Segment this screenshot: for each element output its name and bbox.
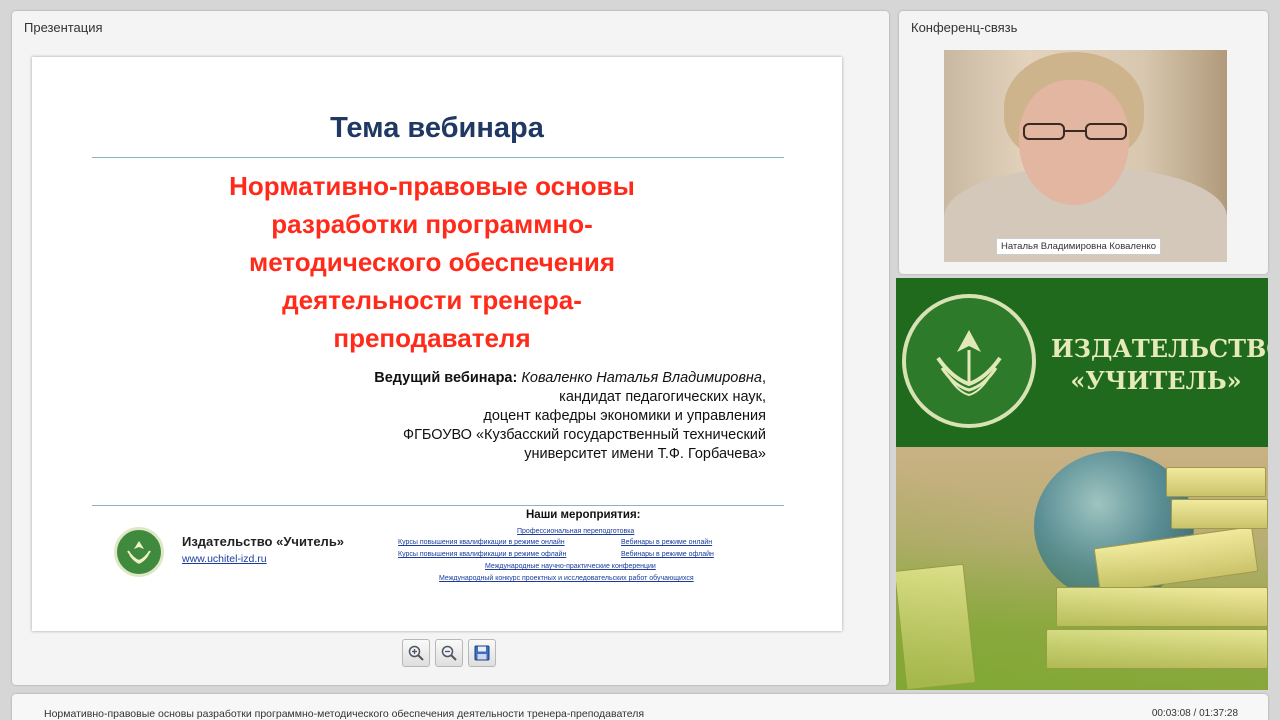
- slide-topic-line: Нормативно-правовые основы: [229, 171, 635, 201]
- footer-bar: Нормативно-правовые основы разработки пр…: [12, 694, 1268, 720]
- save-button[interactable]: [468, 639, 496, 667]
- participant-video[interactable]: Наталья Владимировна Коваленко: [944, 50, 1227, 262]
- slide-divider-bottom: [92, 505, 784, 506]
- speaker-line: ФГБОУВО «Кузбасский государственный техн…: [403, 427, 766, 443]
- slide-brand-link[interactable]: www.uchitel-izd.ru: [182, 553, 267, 565]
- playback-time: 00:03:08 / 01:37:28: [1151, 708, 1238, 719]
- slide-view: Тема вебинара Нормативно-правовые основы…: [32, 57, 842, 631]
- events-title: Наши мероприятия:: [526, 509, 641, 521]
- video-person-face: [1019, 80, 1129, 205]
- save-icon: [474, 645, 490, 661]
- slide-topic: Нормативно-правовые основы разработки пр…: [132, 167, 732, 357]
- event-link[interactable]: Международный конкурс проектных и исслед…: [439, 575, 694, 582]
- slide-brand-name: Издательство «Учитель»: [182, 534, 345, 549]
- speaker-line: кандидат педагогических наук,: [559, 389, 766, 405]
- slide-divider-top: [92, 157, 784, 158]
- zoom-out-icon: [441, 645, 457, 661]
- banner-title-line: ИЗДАТЕЛЬСТВО: [1051, 334, 1268, 363]
- speaker-line: доцент кафедры экономики и управления: [483, 408, 766, 424]
- participant-name-label: Наталья Владимировна Коваленко: [996, 238, 1162, 255]
- slide-topic-line: разработки программно-: [271, 209, 593, 239]
- presentation-panel-title: Презентация: [24, 20, 103, 35]
- banner-overlay: [896, 447, 1268, 690]
- event-link[interactable]: Профессиональная переподготовка: [517, 528, 634, 535]
- event-link[interactable]: Международные научно-практические конфер…: [485, 563, 656, 570]
- event-link[interactable]: Курсы повышения квалификации в режиме оф…: [398, 551, 566, 558]
- slide-toolbar: [402, 639, 496, 667]
- speaker-label: Ведущий вебинара:: [374, 370, 518, 386]
- publisher-banner: ИЗДАТЕЛЬСТВО «УЧИТЕЛЬ»: [896, 278, 1268, 690]
- speaker-name: Коваленко Наталья Владимировна: [521, 370, 762, 386]
- slide-title: Тема вебинара: [330, 112, 544, 144]
- presentation-panel: Презентация Тема вебинара Нормативно-пра…: [12, 11, 889, 685]
- event-link[interactable]: Вебинары в режиме онлайн: [621, 539, 712, 546]
- slide-topic-line: деятельности тренера-: [282, 285, 582, 315]
- conference-panel-title: Конференц-связь: [911, 20, 1018, 35]
- publisher-logo-icon: [114, 527, 164, 577]
- event-link[interactable]: Вебинары в режиме офлайн: [621, 551, 714, 558]
- zoom-out-button[interactable]: [435, 639, 463, 667]
- glasses-icon: [1023, 123, 1127, 140]
- webinar-title: Нормативно-правовые основы разработки пр…: [44, 708, 645, 720]
- banner-title-line: «УЧИТЕЛЬ»: [1070, 366, 1242, 395]
- zoom-in-button[interactable]: [402, 639, 430, 667]
- slide-topic-line: методического обеспечения: [248, 247, 616, 277]
- event-link[interactable]: Курсы повышения квалификации в режиме он…: [398, 539, 565, 546]
- slide-speaker-info: Ведущий вебинара: Коваленко Наталья Влад…: [212, 369, 766, 464]
- banner-logo-icon: [902, 294, 1036, 428]
- speaker-line: университет имени Т.Ф. Горбачева»: [524, 446, 766, 462]
- slide-topic-line: преподавателя: [333, 323, 531, 353]
- zoom-in-icon: [408, 645, 424, 661]
- banner-header: ИЗДАТЕЛЬСТВО «УЧИТЕЛЬ»: [896, 278, 1268, 447]
- conference-panel: Конференц-связь Наталья Владимировна Ков…: [899, 11, 1268, 274]
